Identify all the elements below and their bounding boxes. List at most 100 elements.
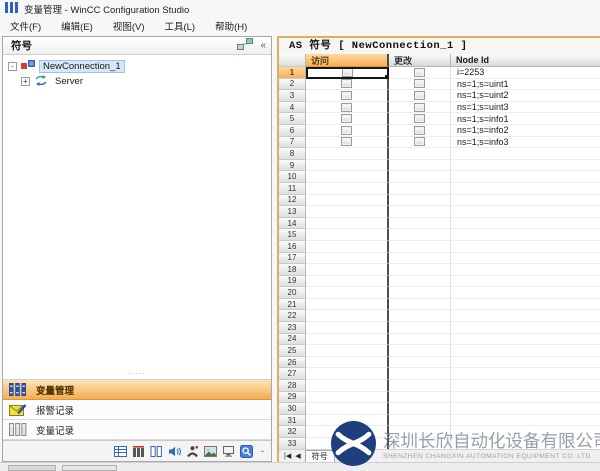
nodeid-cell[interactable]: ns=1;s=info2: [451, 125, 600, 137]
row-number[interactable]: 29: [279, 392, 306, 404]
menu-item[interactable]: 视图(V): [103, 17, 155, 35]
nodeid-cell[interactable]: ns=1;s=uint3: [451, 102, 600, 114]
change-checkbox[interactable]: [414, 79, 425, 88]
collapse-panel-button[interactable]: «: [260, 40, 266, 51]
row-number[interactable]: 28: [279, 380, 306, 392]
row-number[interactable]: 21: [279, 299, 306, 311]
row-number[interactable]: 17: [279, 253, 306, 265]
change-cell[interactable]: [389, 403, 451, 415]
nodeid-cell[interactable]: ns=1;s=uint1: [451, 79, 600, 91]
menu-item[interactable]: 工具(L): [154, 17, 205, 35]
access-cell[interactable]: [306, 137, 389, 149]
row-number[interactable]: 8: [279, 148, 306, 160]
change-checkbox[interactable]: [414, 126, 425, 135]
access-checkbox[interactable]: [341, 91, 352, 100]
change-cell[interactable]: [389, 345, 451, 357]
row-number[interactable]: 32: [279, 426, 306, 438]
row-number[interactable]: 2: [279, 79, 306, 91]
tree-item-server[interactable]: + Server: [3, 74, 271, 89]
nodeid-cell[interactable]: [451, 299, 600, 311]
access-cell[interactable]: [306, 206, 389, 218]
access-cell[interactable]: [306, 253, 389, 265]
change-checkbox[interactable]: [414, 137, 425, 146]
row-number[interactable]: 14: [279, 218, 306, 230]
nodeid-cell[interactable]: [451, 264, 600, 276]
nodeid-cell[interactable]: [451, 415, 600, 427]
change-cell[interactable]: [389, 368, 451, 380]
column-header-nodeid[interactable]: Node Id: [451, 54, 600, 67]
change-cell[interactable]: [389, 148, 451, 160]
access-cell[interactable]: [306, 276, 389, 288]
nodeid-cell[interactable]: [451, 183, 600, 195]
access-cell[interactable]: [306, 299, 389, 311]
change-cell[interactable]: [389, 90, 451, 102]
picture-icon[interactable]: [204, 445, 217, 458]
nodeid-cell[interactable]: [451, 195, 600, 207]
access-cell[interactable]: [306, 79, 389, 91]
row-number[interactable]: 6: [279, 125, 306, 137]
row-number[interactable]: 12: [279, 195, 306, 207]
access-cell[interactable]: [306, 426, 389, 438]
nodeid-cell[interactable]: [451, 287, 600, 299]
toolbar-overflow-button[interactable]: -: [261, 446, 264, 456]
navigator-item[interactable]: 变量记录: [3, 420, 271, 440]
row-number[interactable]: 27: [279, 368, 306, 380]
row-number[interactable]: 26: [279, 357, 306, 369]
change-cell[interactable]: [389, 206, 451, 218]
navigator-item[interactable]: 变量管理: [3, 380, 271, 400]
nodeid-cell[interactable]: [451, 148, 600, 160]
access-cell[interactable]: [306, 160, 389, 172]
row-number[interactable]: 5: [279, 113, 306, 125]
access-cell[interactable]: [306, 345, 389, 357]
access-cell[interactable]: [306, 334, 389, 346]
row-number[interactable]: 15: [279, 229, 306, 241]
access-cell[interactable]: [306, 380, 389, 392]
tree-item-label[interactable]: NewConnection_1: [39, 60, 125, 73]
change-cell[interactable]: [389, 241, 451, 253]
menu-item[interactable]: 帮助(H): [205, 17, 257, 35]
change-cell[interactable]: [389, 426, 451, 438]
row-number[interactable]: 1: [279, 67, 306, 79]
tree-item-newconnection[interactable]: - NewConnection_1: [3, 59, 271, 74]
change-cell[interactable]: [389, 113, 451, 125]
prev-sheet-button[interactable]: ◀: [295, 452, 300, 460]
tree-item-label[interactable]: Server: [52, 76, 86, 87]
nodeid-cell[interactable]: [451, 426, 600, 438]
sheet-tab[interactable]: 符号: [305, 450, 335, 462]
row-number[interactable]: 18: [279, 264, 306, 276]
change-cell[interactable]: [389, 438, 451, 449]
nodeid-cell[interactable]: [451, 357, 600, 369]
row-number[interactable]: 11: [279, 183, 306, 195]
nodeid-cell[interactable]: [451, 380, 600, 392]
nodeid-cell[interactable]: [451, 368, 600, 380]
nodeid-cell[interactable]: [451, 310, 600, 322]
change-cell[interactable]: [389, 102, 451, 114]
row-number[interactable]: 13: [279, 206, 306, 218]
zoom-icon[interactable]: [240, 445, 253, 458]
access-cell[interactable]: [306, 357, 389, 369]
nodeid-cell[interactable]: [451, 345, 600, 357]
change-cell[interactable]: [389, 334, 451, 346]
nodeid-cell[interactable]: [451, 276, 600, 288]
row-number[interactable]: 10: [279, 171, 306, 183]
menu-item[interactable]: 编辑(E): [51, 17, 103, 35]
audio-icon[interactable]: [168, 445, 181, 458]
access-checkbox[interactable]: [341, 137, 352, 146]
collapse-expander-icon[interactable]: -: [8, 62, 17, 71]
row-number[interactable]: 22: [279, 310, 306, 322]
nodeid-cell[interactable]: ns=1;s=info3: [451, 137, 600, 149]
nodeid-cell[interactable]: [451, 171, 600, 183]
access-cell[interactable]: [306, 171, 389, 183]
change-cell[interactable]: [389, 171, 451, 183]
access-cell[interactable]: [306, 90, 389, 102]
nodeid-cell[interactable]: ns=1;s=uint2: [451, 90, 600, 102]
change-checkbox[interactable]: [414, 68, 425, 77]
alarm-icon[interactable]: [132, 445, 145, 458]
column-header-change[interactable]: 更改: [389, 54, 451, 67]
nodeid-cell[interactable]: [451, 253, 600, 265]
access-checkbox[interactable]: [341, 114, 352, 123]
change-cell[interactable]: [389, 392, 451, 404]
row-number[interactable]: 31: [279, 415, 306, 427]
nodeid-cell[interactable]: [451, 160, 600, 172]
first-sheet-button[interactable]: |◀: [284, 452, 291, 460]
